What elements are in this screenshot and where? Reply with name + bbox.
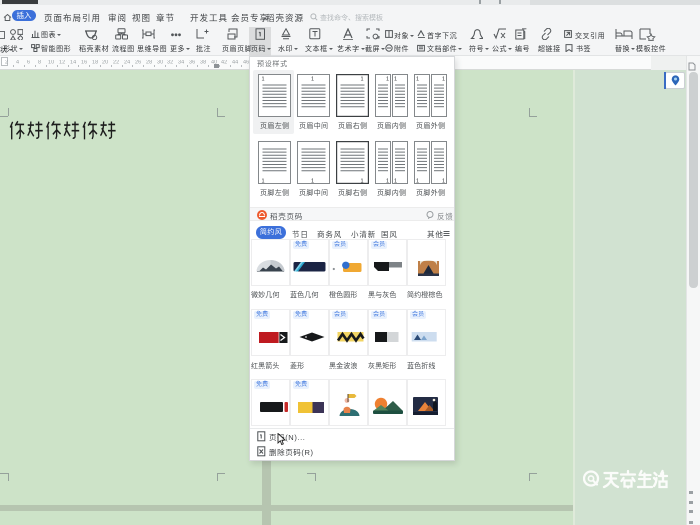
svg-text:1: 1 [261, 179, 264, 185]
svg-text:1: 1 [360, 77, 363, 83]
svg-text:1: 1 [416, 179, 419, 185]
svg-text:1: 1 [261, 77, 264, 83]
svg-text:1: 1 [360, 179, 363, 185]
svg-text:1: 1 [394, 77, 397, 83]
svg-text:1: 1 [442, 77, 445, 83]
svg-text:1: 1 [416, 77, 419, 83]
svg-text:1: 1 [386, 179, 389, 185]
svg-text:1: 1 [442, 179, 445, 185]
svg-text:1: 1 [394, 179, 397, 185]
svg-text:1: 1 [386, 77, 389, 83]
svg-text:1: 1 [311, 179, 314, 185]
svg-text:1: 1 [311, 77, 314, 83]
